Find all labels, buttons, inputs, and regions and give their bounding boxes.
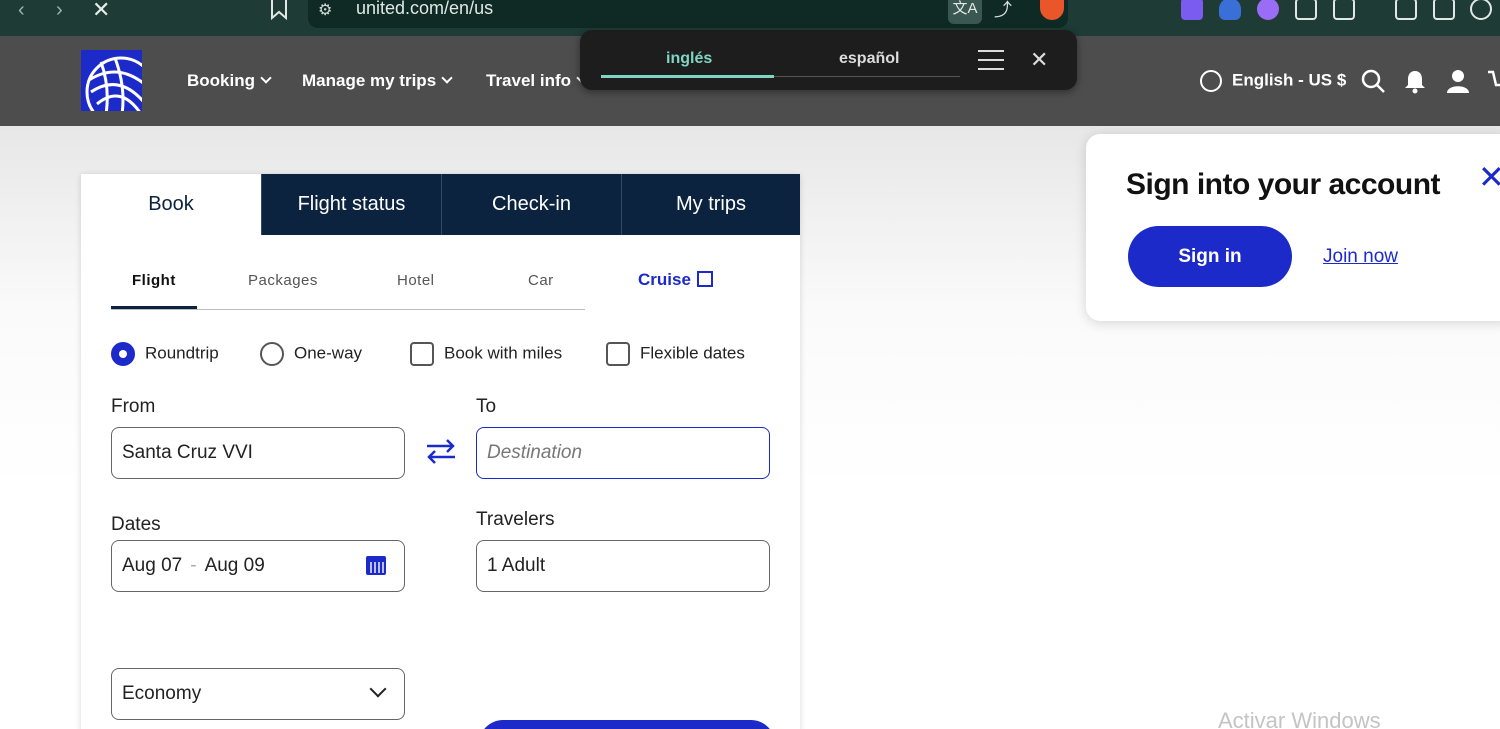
flexible-dates-checkbox[interactable]: Flexible dates	[606, 342, 745, 366]
tab-flight-status[interactable]: Flight status	[261, 174, 441, 235]
translate-tab-target[interactable]: español	[839, 50, 899, 68]
sparkle-icon[interactable]	[1470, 0, 1492, 20]
return-date: Aug 09	[204, 555, 265, 576]
share-icon[interactable]: ⤴	[994, 0, 1012, 22]
travelers-label: Travelers	[476, 509, 555, 530]
cruise-label: Cruise	[638, 270, 691, 289]
sign-in-button[interactable]: Sign in	[1128, 226, 1292, 287]
book-with-miles-checkbox[interactable]: Book with miles	[410, 342, 562, 366]
from-input[interactable]: Santa Cruz VVI	[111, 427, 405, 479]
translate-icon[interactable]: 文A	[948, 0, 982, 24]
extensions-puzzle-icon[interactable]	[1295, 0, 1317, 20]
search-icon[interactable]	[1360, 68, 1386, 94]
flexible-dates-label: Flexible dates	[640, 343, 745, 363]
translate-tab-divider	[774, 76, 960, 77]
radio-selected-icon	[111, 342, 135, 366]
site-settings-icon[interactable]: ⚙	[318, 0, 332, 20]
oneway-radio[interactable]: One-way	[260, 342, 362, 366]
extension-a-icon[interactable]	[1181, 0, 1203, 20]
chevron-down-icon	[441, 72, 453, 84]
windows-activation-watermark: Activar Windows	[1218, 708, 1381, 729]
translate-menu-icon[interactable]	[978, 50, 1004, 70]
booking-widget: Book Flight status Check-in My trips Fli…	[81, 174, 800, 729]
translate-close-icon[interactable]: ✕	[1030, 47, 1048, 73]
subtab-indicator	[111, 306, 197, 309]
signin-title: Sign into your account	[1126, 168, 1441, 201]
depart-date: Aug 07	[122, 555, 183, 576]
url-text[interactable]: united.com/en/us	[356, 0, 493, 19]
forward-icon[interactable]: ›	[56, 0, 63, 22]
date-separator: -	[190, 555, 197, 576]
to-label: To	[476, 396, 497, 417]
translate-tab-source[interactable]: inglés	[666, 50, 712, 68]
nav-booking[interactable]: Booking	[187, 71, 272, 91]
nav-travel-info[interactable]: Travel info	[486, 71, 588, 91]
translate-tab-indicator	[601, 75, 774, 78]
oneway-label: One-way	[294, 343, 363, 363]
book-with-miles-label: Book with miles	[444, 343, 563, 363]
subtab-flight[interactable]: Flight	[132, 272, 176, 289]
dates-input[interactable]: Aug 07- Aug 09	[111, 540, 405, 592]
dates-label: Dates	[111, 514, 161, 535]
cabin-class-value: Economy	[122, 683, 202, 704]
destination-placeholder: Destination	[487, 442, 583, 463]
close-icon[interactable]: ✕	[92, 0, 110, 22]
checkbox-icon	[606, 342, 630, 366]
tab-my-trips[interactable]: My trips	[621, 174, 800, 235]
chevron-down-icon	[369, 680, 387, 698]
united-logo[interactable]	[81, 50, 142, 111]
notification-bell-icon[interactable]	[1402, 68, 1428, 94]
extension-circle-icon[interactable]	[1257, 0, 1279, 20]
user-account-icon[interactable]	[1445, 68, 1471, 94]
subtab-cruise-link[interactable]: Cruise	[638, 270, 713, 290]
bookmark-icon[interactable]	[268, 0, 290, 20]
nav-booking-label: Booking	[187, 71, 255, 90]
roundtrip-label: Roundtrip	[145, 343, 219, 363]
calendar-icon[interactable]	[366, 556, 386, 575]
cart-icon[interactable]	[1488, 68, 1500, 94]
wallet-icon[interactable]	[1433, 0, 1455, 20]
checkbox-icon	[410, 342, 434, 366]
nav-travel-info-label: Travel info	[486, 71, 572, 90]
travelers-value: 1 Adult	[487, 555, 546, 576]
chevron-down-icon	[260, 72, 272, 84]
external-link-icon	[696, 271, 713, 287]
nav-manage-trips[interactable]: Manage my trips	[302, 71, 453, 91]
subtab-divider	[111, 309, 585, 310]
tab-check-in[interactable]: Check-in	[441, 174, 621, 235]
find-in-page-icon[interactable]	[1333, 0, 1355, 20]
tab-book[interactable]: Book	[81, 174, 261, 235]
subtab-packages[interactable]: Packages	[248, 272, 318, 289]
from-label: From	[111, 396, 156, 417]
translate-popup: inglés español ✕	[580, 30, 1077, 90]
join-now-link[interactable]: Join now	[1323, 246, 1398, 268]
roundtrip-radio[interactable]: Roundtrip	[111, 342, 219, 366]
swap-airports-icon[interactable]	[423, 436, 459, 466]
sidebar-icon[interactable]	[1395, 0, 1417, 20]
globe-icon	[1200, 70, 1222, 92]
subtab-car[interactable]: Car	[528, 272, 554, 289]
signin-panel: Sign into your account ✕ Sign in Join no…	[1086, 134, 1500, 321]
extension-shield-icon[interactable]	[1219, 0, 1241, 20]
language-label: English - US $	[1232, 70, 1347, 90]
find-flights-button[interactable]	[479, 720, 775, 729]
subtab-hotel[interactable]: Hotel	[397, 272, 435, 289]
cabin-class-select[interactable]: Economy	[111, 668, 405, 720]
radio-unselected-icon	[260, 342, 284, 366]
nav-manage-trips-label: Manage my trips	[302, 71, 437, 90]
close-icon[interactable]: ✕	[1478, 158, 1500, 196]
from-value: Santa Cruz VVI	[122, 442, 253, 463]
language-selector[interactable]: English - US $	[1200, 70, 1346, 92]
travelers-input[interactable]: 1 Adult	[476, 540, 770, 592]
back-icon[interactable]: ‹	[18, 0, 25, 22]
destination-input[interactable]: Destination	[476, 427, 770, 479]
